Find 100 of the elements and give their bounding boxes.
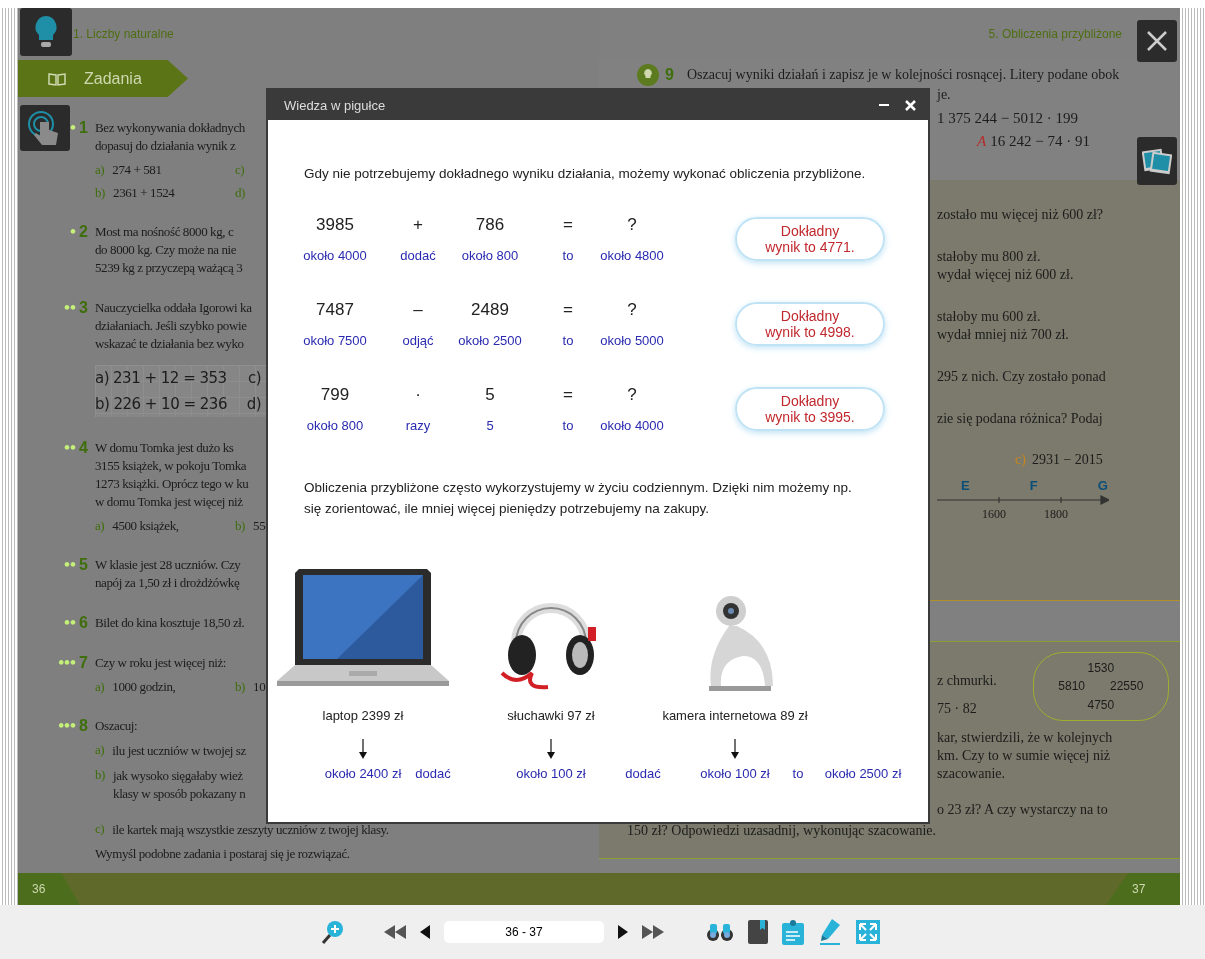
chapter-title: 5. Obliczenia przybliżone (988, 27, 1122, 41)
estimate-term: odjąć (402, 333, 434, 348)
tick-label: 1800 (1044, 507, 1068, 522)
exercise-text: z chmurki. (937, 672, 997, 690)
exercise-text: zostało mu więcej niż 600 zł? (937, 206, 1104, 224)
exercise-text: Bez wykonywania dokładnych (95, 119, 245, 137)
estimate-term: około 4800 (600, 248, 664, 263)
equation-term: 786 (475, 215, 505, 236)
chapter-title: 1. Liczby naturalne (73, 27, 174, 41)
point-label: G (1097, 478, 1108, 493)
estimate-term: to (562, 333, 574, 348)
point-label: E (961, 478, 970, 493)
product-label: słuchawki 97 zł (507, 708, 595, 723)
lightbulb-icon (34, 15, 58, 49)
last-page-icon[interactable] (642, 925, 664, 939)
equation-term: = (563, 385, 573, 406)
exercise-text: Wymyśl podobne zadania i postaraj się je rozwiązać. (95, 845, 351, 863)
difficulty-dots: •• (63, 614, 77, 632)
highlighter-icon[interactable] (818, 919, 842, 945)
result-cloud: Dokładny wynik to 3995. (735, 387, 885, 431)
option-letter: b) (235, 518, 246, 534)
estimate-term: około 7500 (303, 333, 367, 348)
lightbulb-icon (637, 64, 659, 86)
expression: 1 375 244 − 5012 · 199 (937, 110, 1078, 127)
product-label: kamera internetowa 89 zł (662, 708, 808, 723)
touch-button[interactable] (20, 105, 70, 151)
difficulty-dots: ••• (57, 654, 77, 672)
exercise-text: Czy w roku jest więcej niż: (95, 654, 227, 672)
equation-term: + (413, 215, 423, 236)
book-icon (48, 71, 66, 86)
equation-term: 799 (320, 385, 350, 406)
estimate-term: około 4000 (303, 248, 367, 263)
equation-term: 7487 (316, 300, 354, 321)
cloud-number: 1530 (1087, 661, 1115, 676)
close-button[interactable] (1137, 20, 1177, 62)
estimate-term: 5 (486, 418, 494, 433)
exercise-text: 295 z nich. Czy zostało ponad (937, 368, 1107, 386)
estimate-term: około 100 zł (516, 766, 586, 781)
estimate-term: dodać (415, 766, 451, 781)
equation-term: 2489 (471, 300, 509, 321)
exercise-text: do 8000 kg. Czy może na nie (95, 241, 238, 259)
exercise-text: W domu Tomka jest dużo ks (95, 439, 235, 457)
estimate-term: to (792, 766, 804, 781)
option-letter: a) (95, 742, 105, 759)
exercise-text: szacowanie. (937, 765, 1007, 783)
estimate-term: około 2400 zł (324, 766, 402, 781)
equation-term: 5 (485, 385, 495, 406)
photos-icon (1142, 147, 1172, 175)
option-text: 2931 − 2015 (1031, 452, 1103, 468)
page-number: 37 (1106, 873, 1180, 905)
binoculars-icon[interactable] (706, 922, 734, 942)
cloud-number: 22550 (1110, 679, 1144, 694)
handwritten-letter: c) (247, 369, 262, 387)
estimate-term: około 800 (461, 248, 519, 263)
estimate-term: około 5000 (600, 333, 664, 348)
lightbulb-button[interactable] (20, 8, 72, 56)
note-icon[interactable] (782, 919, 804, 945)
exercise-text: Oszacuj: (95, 717, 138, 735)
exercise-number: 8 (79, 717, 89, 735)
option-text: 10 (253, 679, 266, 695)
exercise-text: 5239 kg z przyczepą ważącą 3 (95, 259, 243, 277)
gallery-button[interactable] (1137, 137, 1177, 185)
tick-label: 1600 (982, 507, 1006, 522)
exercise-text: Nauczycielka oddała Igorowi ka (95, 299, 252, 317)
option-letter: b) (95, 185, 106, 201)
first-page-icon[interactable] (384, 925, 406, 939)
page-number-field[interactable]: 36 - 37 (444, 921, 604, 943)
exercise-number: 6 (79, 614, 89, 632)
option-letter: c) (1015, 452, 1026, 468)
difficulty-dots: ••• (57, 717, 77, 735)
option-letter: a) (95, 518, 105, 534)
down-arrow (359, 739, 367, 759)
exercise-number: 4 (79, 439, 89, 457)
exercise-text: stałoby mu 600 zł. (937, 308, 1042, 326)
result-cloud: Dokładny wynik to 4998. (735, 302, 885, 346)
paragraph-text: Obliczenia przybliżone często wykorzystujemy w życiu codziennym. Dzięki nim możemy np. się zorientować, ile mniej więcej pieniędzy potrzebujemy na zakupy. (303, 479, 853, 518)
previous-page-icon[interactable] (420, 925, 430, 939)
exercise-text: klasy w sposób pokazany n (113, 785, 246, 803)
next-page-icon[interactable] (618, 925, 628, 939)
exercise-text: Bilet do kina kosztuje 18,50 zł. (95, 614, 245, 632)
exercise-text: stałoby mu 800 zł. (937, 248, 1042, 266)
exercise-text: dopasuj do działania wynik z (95, 137, 237, 155)
down-arrow (731, 739, 739, 759)
exercise-text: W klasie jest 28 uczniów. Czy (95, 556, 241, 574)
estimate-term: około 800 (306, 418, 364, 433)
close-button[interactable] (903, 97, 918, 113)
option-letter: A (977, 133, 987, 150)
option-letter: c) (95, 821, 105, 838)
minimize-button[interactable] (877, 102, 891, 108)
zoom-in-icon[interactable] (320, 919, 346, 945)
exercise-text: wskazać te działania bez wyko (95, 335, 245, 353)
cloud-number: 4750 (1087, 697, 1115, 712)
estimate-term: dodać (625, 766, 661, 781)
bookmark-icon[interactable] (748, 920, 768, 944)
difficulty-dots: •• (63, 556, 77, 574)
estimate-term: około 4000 (600, 418, 664, 433)
result-cloud: Dokładny wynik to 4771. (735, 217, 885, 261)
difficulty-dots: •• (63, 439, 77, 457)
equation-term: ? (627, 300, 637, 321)
handwritten-equation: 231 + 12 = 353 (113, 369, 227, 387)
